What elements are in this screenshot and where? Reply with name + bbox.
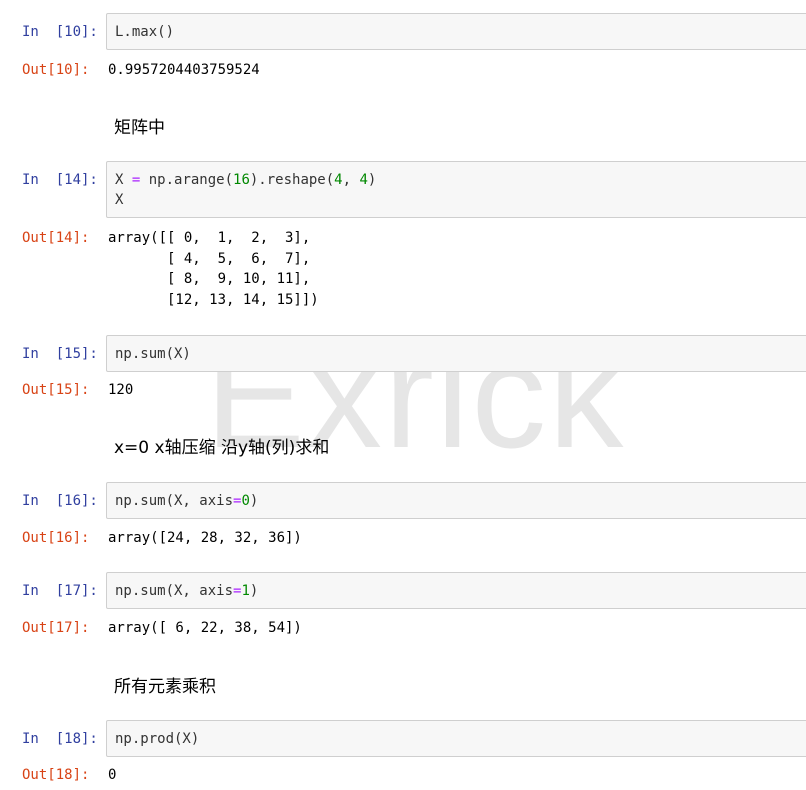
in-prompt: In [17]:	[22, 583, 98, 599]
out-prompt: Out[18]:	[22, 767, 90, 783]
code-token: )	[367, 172, 377, 188]
code-line: L.max()	[115, 24, 175, 40]
code-line: np.sum(X)	[115, 346, 191, 362]
markdown-text: 所有元素乘积	[114, 677, 216, 697]
code-token: 1	[241, 583, 250, 599]
code-line: X = np.arange(16).reshape(4, 4)	[115, 170, 799, 190]
code-token: np.arange(	[140, 172, 234, 188]
out-prompt: Out[17]:	[22, 620, 90, 636]
cell-output: 0	[108, 767, 117, 783]
code-token: X	[115, 172, 132, 188]
code-token: 16	[233, 172, 250, 188]
code-line: np.sum(X, axis=1)	[115, 581, 799, 601]
code-input-box[interactable]: L.max()	[106, 13, 806, 50]
code-token: ,	[342, 172, 360, 188]
code-token: )	[249, 493, 259, 509]
code-input-box[interactable]: np.sum(X, axis=1)	[106, 572, 806, 609]
out-prompt: Out[16]:	[22, 530, 90, 546]
cell-output: 0.9957204403759524	[108, 62, 260, 78]
code-token: ).reshape(	[249, 172, 335, 188]
in-prompt: In [18]:	[22, 731, 98, 747]
cell-output: array([ 6, 22, 38, 54])	[108, 620, 302, 636]
code-token: 0	[241, 493, 250, 509]
code-token: )	[249, 583, 259, 599]
code-line: np.prod(X)	[115, 731, 200, 747]
in-prompt: In [10]:	[22, 24, 98, 40]
markdown-text: x=0 x轴压缩 沿y轴(列)求和	[114, 438, 330, 458]
code-line: np.sum(X, axis=0)	[115, 491, 799, 511]
cell-output: array([24, 28, 32, 36])	[108, 530, 302, 546]
cell-output: 120	[108, 382, 134, 398]
code-token: np.sum(X, axis	[115, 583, 234, 599]
in-prompt: In [15]:	[22, 346, 98, 362]
markdown-text: 矩阵中	[114, 118, 165, 138]
in-prompt: In [14]:	[22, 172, 98, 188]
code-line: X	[115, 192, 124, 208]
code-input-box[interactable]: np.sum(X)	[106, 335, 806, 372]
code-input-box[interactable]: np.sum(X, axis=0)	[106, 482, 806, 519]
code-input-box[interactable]: np.prod(X)	[106, 720, 806, 757]
code-token: np.sum(X, axis	[115, 493, 234, 509]
out-prompt: Out[14]:	[22, 230, 90, 246]
code-token: 4	[359, 172, 368, 188]
cell-output: array([[ 0, 1, 2, 3], [ 4, 5, 6, 7], [ 8…	[108, 230, 319, 308]
out-prompt: Out[15]:	[22, 382, 90, 398]
code-token: 4	[334, 172, 343, 188]
out-prompt: Out[10]:	[22, 62, 90, 78]
in-prompt: In [16]:	[22, 493, 98, 509]
code-input-box[interactable]: X = np.arange(16).reshape(4, 4) X	[106, 161, 806, 218]
